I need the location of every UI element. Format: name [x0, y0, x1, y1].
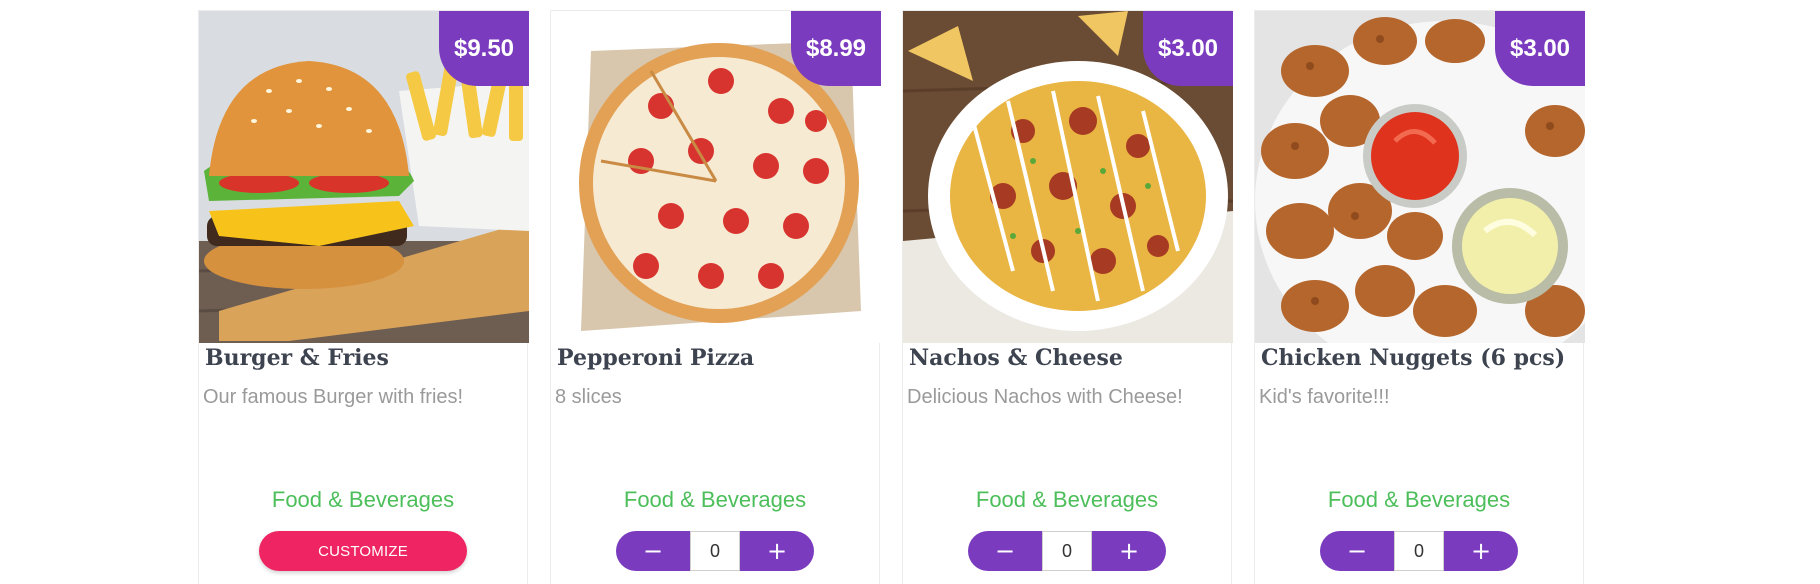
- product-title: Chicken Nuggets (6 pcs): [1261, 345, 1566, 371]
- increment-button[interactable]: +: [1092, 531, 1166, 571]
- product-description: 8 slices: [555, 386, 622, 408]
- increment-button[interactable]: +: [1444, 531, 1518, 571]
- product-title: Burger & Fries: [205, 345, 389, 371]
- product-description: Our famous Burger with fries!: [203, 386, 464, 408]
- decrement-button[interactable]: −: [968, 531, 1042, 571]
- pepperoni-pizza-photo[interactable]: $8.99: [551, 11, 881, 343]
- quantity-field[interactable]: 0: [690, 531, 740, 571]
- product-grid: $9.50 Burger & Fries Our famous Burger w…: [198, 10, 1585, 584]
- product-category: Food & Beverages: [623, 487, 807, 512]
- product-card-nachos-cheese[interactable]: $3.00 Nachos & Cheese Delicious Nachos w…: [902, 10, 1233, 584]
- product-category: Food & Beverages: [271, 487, 455, 512]
- decrement-button[interactable]: −: [616, 531, 690, 571]
- product-description: Kid's favorite!!!: [1259, 386, 1390, 408]
- price-badge: $3.00: [1143, 11, 1233, 86]
- product-card-burger-fries[interactable]: $9.50 Burger & Fries Our famous Burger w…: [198, 10, 529, 584]
- product-title: Nachos & Cheese: [909, 345, 1123, 371]
- decrement-button[interactable]: −: [1320, 531, 1394, 571]
- chicken-nuggets-photo[interactable]: $3.00: [1255, 11, 1585, 343]
- customize-button[interactable]: CUSTOMIZE: [259, 531, 467, 571]
- burger-fries-photo[interactable]: $9.50: [199, 11, 529, 343]
- quantity-field[interactable]: 0: [1394, 531, 1444, 571]
- product-title: Pepperoni Pizza: [557, 345, 755, 371]
- quantity-stepper[interactable]: − 0 +: [1320, 531, 1518, 571]
- price-badge: $8.99: [791, 11, 881, 86]
- product-card-chicken-nuggets[interactable]: $3.00 Chicken Nuggets (6 pcs) Kid's favo…: [1254, 10, 1585, 584]
- product-category: Food & Beverages: [975, 487, 1159, 512]
- product-card-pepperoni-pizza[interactable]: $8.99 Pepperoni Pizza 8 slices Food & Be…: [550, 10, 881, 584]
- price-badge: $9.50: [439, 11, 529, 86]
- nachos-cheese-photo[interactable]: $3.00: [903, 11, 1233, 343]
- product-description: Delicious Nachos with Cheese!: [907, 386, 1183, 408]
- product-category: Food & Beverages: [1327, 487, 1511, 512]
- price-badge: $3.00: [1495, 11, 1585, 86]
- quantity-field[interactable]: 0: [1042, 531, 1092, 571]
- increment-button[interactable]: +: [740, 531, 814, 571]
- quantity-stepper[interactable]: − 0 +: [968, 531, 1166, 571]
- quantity-stepper[interactable]: − 0 +: [616, 531, 814, 571]
